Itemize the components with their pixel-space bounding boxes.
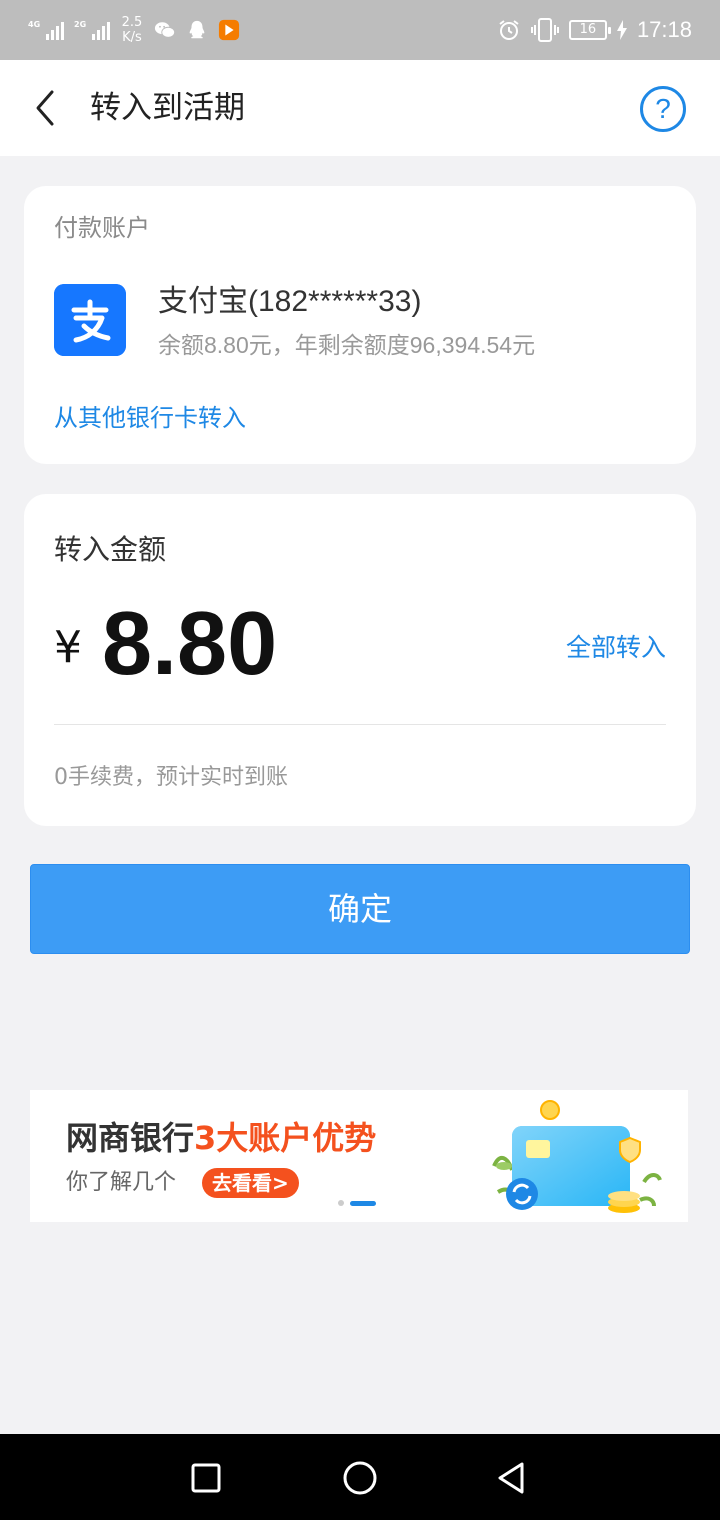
home-circle-icon[interactable]	[340, 1458, 380, 1498]
transfer-all-button[interactable]: 全部转入	[566, 630, 666, 666]
transfer-from-other-bank-link[interactable]: 从其他银行卡转入	[54, 400, 246, 436]
status-left: 4G 2G 2.5 K/s	[28, 10, 240, 50]
vibrate-icon	[530, 18, 559, 42]
confirm-button[interactable]: 确定	[30, 864, 690, 954]
signal-tag: 2G	[74, 20, 87, 29]
signal-tag: 4G	[28, 20, 41, 29]
account-name: 支付宝(182******33)	[158, 285, 422, 318]
video-app-icon	[218, 19, 240, 41]
banner-cta-button[interactable]: 去看看>	[202, 1168, 299, 1198]
alarm-icon	[499, 20, 519, 40]
account-balance: 余额8.80元，年剩余额度96,394.54元	[158, 332, 536, 358]
divider	[54, 724, 666, 725]
banner-pagination	[338, 1200, 376, 1206]
bank-card-illustration	[492, 1100, 662, 1213]
fee-note: 0手续费，预计实时到账	[54, 765, 288, 790]
payment-account-card: 付款账户 支付宝(182******33) 余额8.80元，年剩余额度96,39…	[24, 186, 696, 464]
recent-apps-square-icon[interactable]	[186, 1458, 226, 1498]
banner-subtitle: 你了解几个	[66, 1170, 177, 1195]
status-bar: 4G 2G 2.5 K/s 16 17:18	[0, 0, 720, 60]
back-triangle-icon[interactable]	[492, 1458, 532, 1498]
wechat-icon	[154, 22, 176, 38]
network-speed: 2.5 K/s	[120, 15, 144, 45]
help-question-icon[interactable]: ?	[640, 86, 686, 132]
pagination-dot	[338, 1200, 344, 1206]
charging-icon	[616, 20, 627, 40]
signal-4g-icon: 4G	[28, 16, 64, 44]
currency-symbol: ¥	[54, 622, 82, 673]
payment-account-label: 付款账户	[54, 214, 150, 242]
status-right: 16 17:18	[497, 10, 692, 50]
banner-title-main: 网商银行	[66, 1119, 195, 1157]
qq-icon	[189, 20, 205, 39]
alipay-logo	[54, 284, 126, 356]
banner-title: 网商银行3大账户优势	[66, 1118, 376, 1158]
amount-card: 转入金额 ¥ 全部转入 0手续费，预计实时到账	[24, 494, 696, 826]
amount-label: 转入金额	[54, 533, 167, 566]
speed-unit: K/s	[122, 30, 142, 45]
back-chevron-icon[interactable]	[28, 84, 64, 132]
clock: 17:18	[636, 17, 692, 42]
battery-icon: 16	[568, 20, 611, 40]
page-title: 转入到活期	[90, 90, 245, 126]
speed-value: 2.5	[121, 15, 143, 30]
pagination-dot-active	[350, 1200, 376, 1206]
promo-banner[interactable]: 网商银行3大账户优势 你了解几个 去看看>	[30, 1090, 688, 1222]
amount-input[interactable]	[102, 594, 502, 694]
banner-title-highlight: 3大账户优势	[194, 1119, 377, 1157]
signal-2g-icon: 2G	[74, 16, 110, 44]
system-navbar	[0, 1434, 720, 1520]
page-header: 转入到活期 ?	[0, 60, 720, 156]
